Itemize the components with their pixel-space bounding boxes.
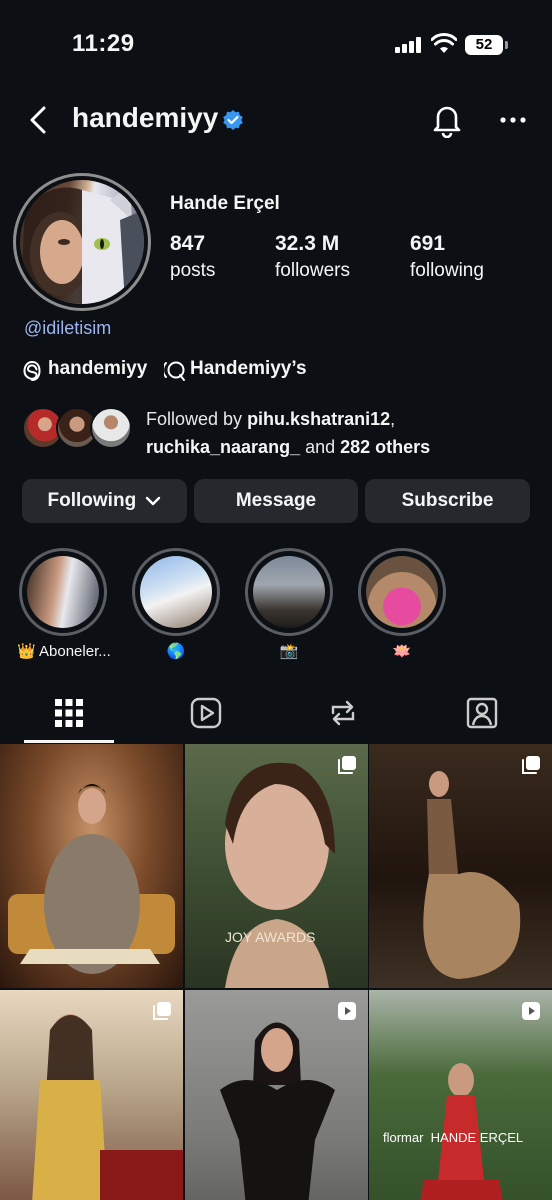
highlight-label: 📸 (279, 643, 299, 660)
followed-by-text: Followed by pihu.kshatrani12, ruchika_na… (146, 405, 430, 461)
post-thumbnail[interactable] (185, 990, 368, 1200)
wifi-icon (431, 33, 457, 53)
notification-bell-icon[interactable] (430, 102, 464, 138)
highlight-cover (366, 556, 438, 628)
highlight-ring (132, 548, 220, 636)
cellular-signal-icon (395, 37, 423, 53)
followed-by-others[interactable]: 282 others (340, 437, 430, 457)
subscribe-button[interactable]: Subscribe (365, 479, 530, 523)
followed-by-and: and (300, 437, 341, 457)
story-highlight[interactable]: 👑 Aboneler... (17, 548, 111, 660)
highlight-label: 👑 Aboneler... (17, 643, 111, 660)
battery-icon: 52 (465, 35, 508, 55)
following-count[interactable]: 691 following (410, 232, 484, 282)
profile-full-name: Hande Erçel (170, 193, 280, 214)
grid-icon[interactable] (52, 696, 86, 730)
followed-by-section[interactable]: Followed by pihu.kshatrani12, ruchika_na… (22, 405, 542, 457)
follower-username[interactable]: ruchika_naarang_ (146, 437, 300, 457)
stat-label: posts (170, 260, 216, 281)
post-thumbnail[interactable] (369, 744, 552, 988)
carousel-icon (522, 756, 540, 774)
profile-username: handemiyy (72, 102, 219, 133)
verified-badge-icon (223, 110, 243, 130)
profile-tabs (0, 688, 552, 744)
stat-value: 847 (170, 232, 206, 255)
back-arrow-icon[interactable] (22, 102, 56, 138)
reposts-icon[interactable] (326, 696, 360, 730)
highlight-label: 🌎 (166, 643, 186, 660)
follower-username[interactable]: pihu.kshatrani12 (247, 409, 390, 429)
following-label: Following (47, 490, 137, 511)
followed-by-separator: , (390, 409, 396, 429)
threads-icon (23, 360, 41, 381)
bio-mention-link[interactable]: @idiletisim (24, 318, 111, 339)
active-tab-indicator (24, 740, 114, 743)
status-bar: 11:29 52 (0, 0, 552, 90)
highlight-cover (253, 556, 325, 628)
threads-link[interactable]: handemiyy (48, 358, 147, 380)
highlight-cover (27, 556, 99, 628)
post-overlay-text: flormar HANDE ERÇEL (383, 1130, 524, 1145)
post-overlay-text: JOY AWARDS (225, 929, 316, 945)
story-highlight[interactable]: 🌎 (130, 548, 222, 660)
highlight-cover (140, 556, 212, 628)
reel-icon (522, 1002, 540, 1020)
highlight-ring (19, 548, 107, 636)
follower-avatar (90, 407, 132, 449)
story-highlight[interactable]: 🪷 (356, 548, 448, 660)
stat-value: 32.3 M (275, 232, 340, 255)
followers-count[interactable]: 32.3 M followers (275, 232, 350, 282)
status-time: 11:29 (72, 30, 135, 57)
highlight-ring (245, 548, 333, 636)
more-options-icon[interactable] (498, 102, 528, 138)
carousel-icon (338, 756, 356, 774)
followed-by-prefix: Followed by (146, 409, 248, 429)
carousel-icon (153, 1002, 171, 1020)
chevron-down-icon (146, 496, 161, 506)
posts-count[interactable]: 847 posts (170, 232, 215, 282)
broadcast-channel-icon (164, 361, 185, 381)
tagged-icon[interactable] (465, 696, 499, 730)
highlight-label: 🪷 (392, 643, 412, 660)
highlight-ring (358, 548, 446, 636)
reel-icon (338, 1002, 356, 1020)
stat-label: following (410, 260, 484, 281)
stat-label: followers (275, 260, 350, 281)
post-thumbnail[interactable]: flormar HANDE ERÇEL (369, 990, 552, 1200)
post-thumbnail[interactable] (0, 744, 183, 988)
story-highlight[interactable]: 📸 (243, 548, 335, 660)
avatar[interactable] (20, 180, 144, 304)
following-button[interactable]: Following (22, 479, 187, 523)
message-button[interactable]: Message (194, 479, 358, 523)
post-thumbnail[interactable]: JOY AWARDS (185, 744, 368, 988)
post-thumbnail[interactable] (0, 990, 183, 1200)
stat-value: 691 (410, 232, 446, 255)
channel-link[interactable]: Handemiyy’s (190, 358, 307, 380)
profile-header: handemiyy (0, 92, 552, 148)
reels-icon[interactable] (189, 696, 223, 730)
